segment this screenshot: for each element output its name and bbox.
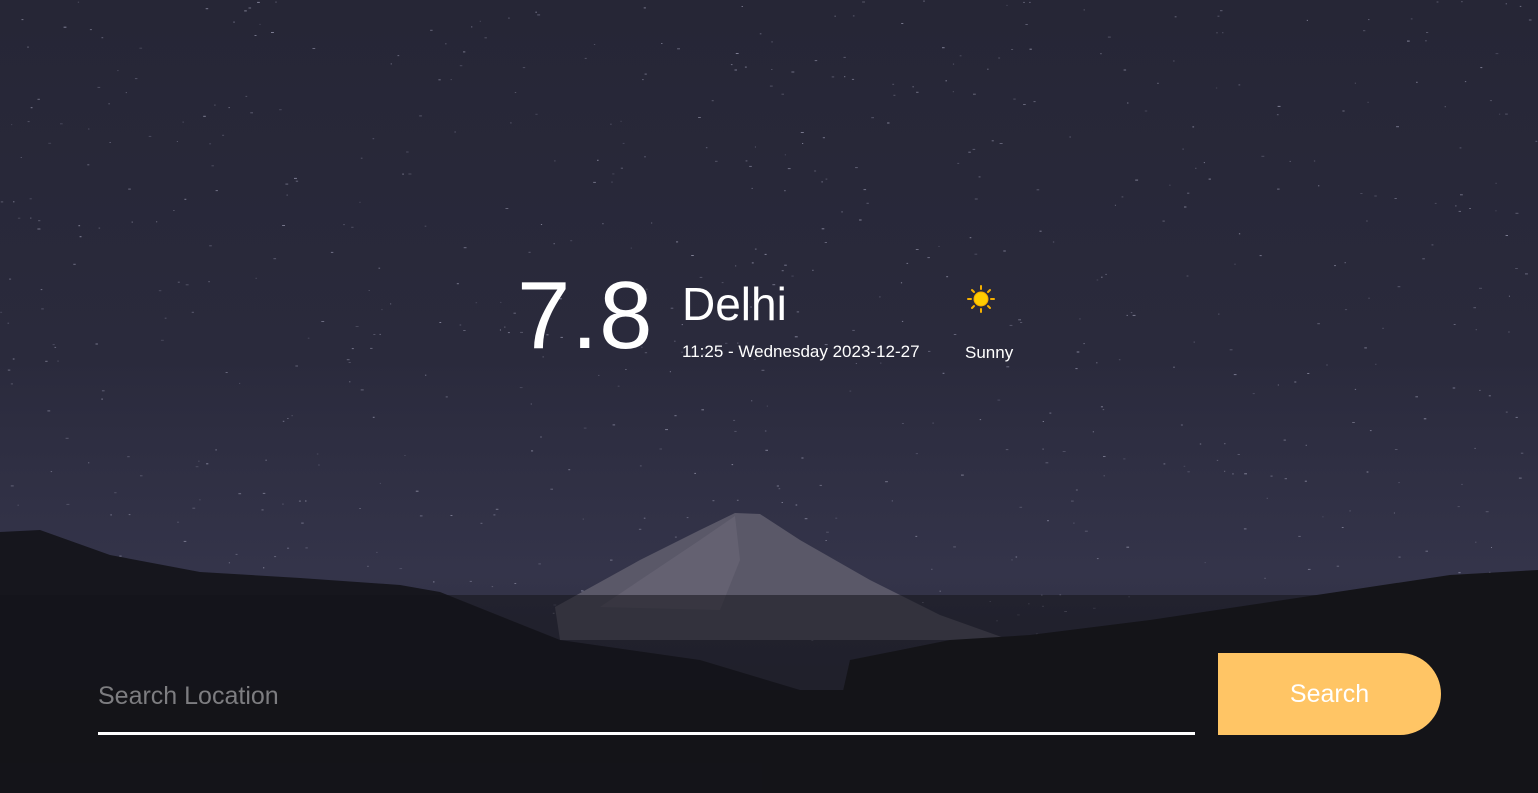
temperature: 7.8	[517, 262, 654, 369]
date-time: 11:25 - Wednesday 2023-12-27	[682, 342, 920, 361]
search-button[interactable]: Search	[1218, 653, 1441, 735]
sun-icon	[967, 285, 995, 313]
city-name: Delhi	[682, 278, 787, 330]
weather-condition: Sunny	[965, 343, 1014, 362]
search-location-input[interactable]	[98, 660, 1195, 735]
